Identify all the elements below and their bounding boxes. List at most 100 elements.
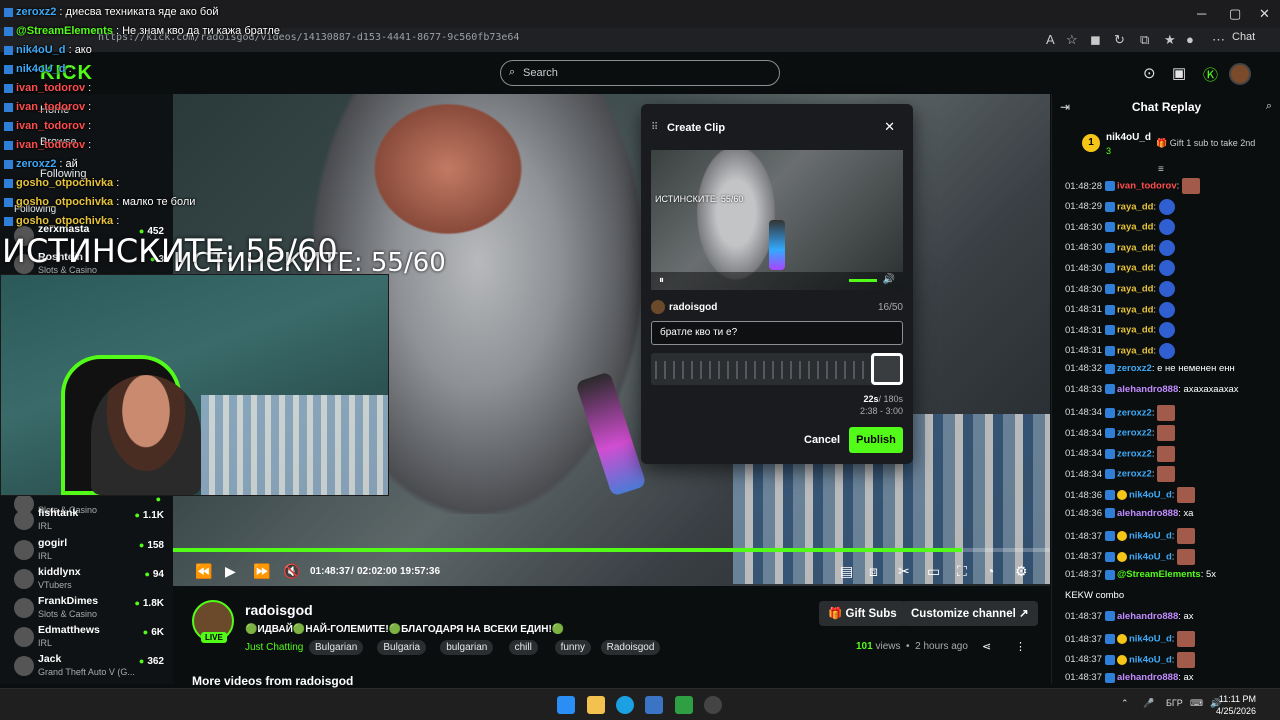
clip-icon[interactable]: ⊙: [1143, 64, 1156, 82]
watch-party-icon[interactable]: ▣: [1172, 64, 1186, 82]
mic-icon[interactable]: 🎤: [1143, 698, 1154, 709]
chat-username[interactable]: alehandro888: [1117, 508, 1178, 519]
sidebar-channel[interactable]: Jack Grand Theft Auto V (G... ● 362: [10, 652, 170, 680]
profile-icon[interactable]: ●: [1186, 32, 1194, 47]
favorites-icon[interactable]: ★: [1164, 32, 1176, 48]
chat-username[interactable]: raya_dd: [1117, 304, 1153, 315]
more-options-icon[interactable]: ⋮: [1015, 640, 1026, 653]
maximize-icon[interactable]: ▢: [1229, 6, 1241, 22]
user-avatar[interactable]: [1229, 63, 1251, 85]
chat-username[interactable]: zeroxz2: [1117, 363, 1152, 374]
sidebar-channel[interactable]: kiddlynx VTubers ● 94: [10, 565, 170, 593]
volume-slider[interactable]: [849, 279, 877, 282]
minimize-icon[interactable]: ─: [1197, 6, 1206, 21]
rewind-icon[interactable]: ⏪: [195, 563, 212, 580]
tag-chip[interactable]: Bulgaria: [377, 640, 427, 655]
close-window-icon[interactable]: ✕: [1259, 6, 1270, 22]
chat-username[interactable]: nik4oU_d: [1129, 634, 1172, 645]
speed-icon[interactable]: ◔: [986, 563, 994, 579]
favorite-star-icon[interactable]: ☆: [1066, 32, 1078, 48]
edge-icon[interactable]: [616, 696, 634, 714]
preview-figure: [691, 150, 781, 290]
chat-username[interactable]: raya_dd: [1117, 325, 1153, 336]
chat-message: 01:48:36 nik4oU_d:: [1065, 487, 1277, 507]
start-icon[interactable]: [557, 696, 575, 714]
pip-icon[interactable]: ⧈: [869, 563, 878, 580]
sidebar-channel[interactable]: Edmatthews IRL ● 6K: [10, 623, 170, 651]
leader-username[interactable]: nik4oU_d: [1106, 132, 1151, 143]
chat-username[interactable]: raya_dd: [1117, 284, 1153, 295]
file-explorer-icon[interactable]: [587, 696, 605, 714]
xbox-icon[interactable]: [675, 696, 693, 714]
gift-prompt[interactable]: 🎁 Gift 1 sub to take 2nd: [1156, 138, 1255, 149]
gift-subs-button[interactable]: 🎁 Gift Subs: [819, 601, 906, 626]
drag-grip-icon[interactable]: ⠿: [651, 122, 658, 133]
chat-username[interactable]: raya_dd: [1117, 345, 1153, 356]
sidebar-channel[interactable]: fishtank IRL ● 1.1K: [10, 506, 170, 534]
clip-timeline[interactable]: [651, 353, 903, 385]
chat-username[interactable]: nik4oU_d: [1129, 654, 1172, 665]
chat-username[interactable]: raya_dd: [1117, 242, 1153, 253]
store-icon[interactable]: [645, 696, 663, 714]
clip-title-input[interactable]: братле кво ти е?: [651, 321, 903, 345]
search-input[interactable]: ⌕ Search: [500, 60, 780, 86]
app-icon[interactable]: [704, 696, 722, 714]
cancel-button[interactable]: Cancel: [804, 434, 840, 446]
chat-username[interactable]: alehandro888: [1117, 672, 1178, 683]
tag-chip[interactable]: bulgarian: [440, 640, 494, 655]
chat-username[interactable]: nik4oU_d: [1129, 551, 1172, 562]
category-link[interactable]: Just Chatting: [245, 642, 303, 653]
tag-chip[interactable]: funny: [554, 640, 592, 655]
chat-username[interactable]: zeroxz2: [1117, 469, 1152, 480]
settings-gear-icon[interactable]: ⚙: [1015, 563, 1028, 580]
tray-chevron-icon[interactable]: ⌃: [1121, 698, 1129, 709]
chat-username[interactable]: ivan_todorov: [1117, 181, 1177, 192]
publish-button[interactable]: Publish: [849, 427, 903, 453]
split-screen-icon[interactable]: ⧉: [1140, 32, 1149, 48]
language-indicator[interactable]: БГР: [1166, 698, 1183, 708]
chat-username[interactable]: raya_dd: [1117, 222, 1153, 233]
sidebar-channel[interactable]: gogirl IRL ● 158: [10, 536, 170, 564]
play-icon[interactable]: ▶: [225, 563, 236, 580]
sidebar-channel[interactable]: FrankDimes Slots & Casino ● 1.8K: [10, 594, 170, 622]
filter-icon[interactable]: ≡: [1158, 164, 1164, 175]
tag-chip[interactable]: chill: [508, 640, 538, 655]
extension-icon[interactable]: ◼: [1090, 32, 1101, 48]
chat-username[interactable]: alehandro888: [1117, 611, 1178, 622]
pause-icon[interactable]: ⏸: [659, 275, 664, 286]
read-aloud-icon[interactable]: A: [1046, 32, 1055, 47]
customize-channel-button[interactable]: Customize channel ↗: [902, 601, 1038, 626]
gifter-badge-icon: [1116, 490, 1127, 500]
chat-username[interactable]: raya_dd: [1117, 201, 1153, 212]
trim-handle[interactable]: [871, 353, 903, 385]
stats-icon[interactable]: ▤: [840, 563, 853, 580]
volume-icon[interactable]: 🔊: [883, 274, 895, 285]
fullscreen-icon[interactable]: ⛶: [957, 563, 967, 580]
channel-name[interactable]: radoisgod: [245, 602, 313, 618]
mute-icon[interactable]: 🔇: [283, 563, 300, 580]
chat-search-icon[interactable]: ⌕: [1266, 100, 1272, 113]
theater-icon[interactable]: ▭: [927, 563, 940, 580]
more-menu-icon[interactable]: ⋯: [1212, 32, 1225, 48]
close-icon[interactable]: ✕: [884, 119, 895, 135]
chat-username[interactable]: zeroxz2: [1117, 407, 1152, 418]
clip-create-icon[interactable]: ✂: [898, 563, 910, 580]
network-icon[interactable]: ⌨: [1190, 698, 1203, 709]
chat-username[interactable]: alehandro888: [1117, 384, 1178, 395]
chat-username[interactable]: @StreamElements: [1117, 569, 1201, 580]
chat-username[interactable]: nik4oU_d: [1129, 531, 1172, 542]
refresh-icon[interactable]: ↻: [1114, 32, 1125, 48]
chat-username[interactable]: nik4oU_d: [1129, 490, 1172, 501]
clip-preview[interactable]: ИСТИНСКИТЕ: 55/60 ⏸ 🔊: [651, 150, 903, 290]
forward-icon[interactable]: ⏩: [253, 563, 270, 580]
share-icon[interactable]: ⋖: [982, 640, 991, 653]
video-progress-bar[interactable]: [173, 548, 1050, 552]
tag-chip[interactable]: Bulgarian: [309, 640, 364, 655]
kick-k-icon[interactable]: Ⓚ: [1203, 64, 1218, 85]
copilot-chat-button[interactable]: Chat: [1232, 31, 1255, 43]
chat-username[interactable]: zeroxz2: [1117, 448, 1152, 459]
system-clock[interactable]: 11:11 PM 4/25/2026: [1216, 693, 1256, 717]
tag-chip[interactable]: Radoisgod: [600, 640, 661, 655]
chat-username[interactable]: zeroxz2: [1117, 428, 1152, 439]
chat-username[interactable]: raya_dd: [1117, 263, 1153, 274]
